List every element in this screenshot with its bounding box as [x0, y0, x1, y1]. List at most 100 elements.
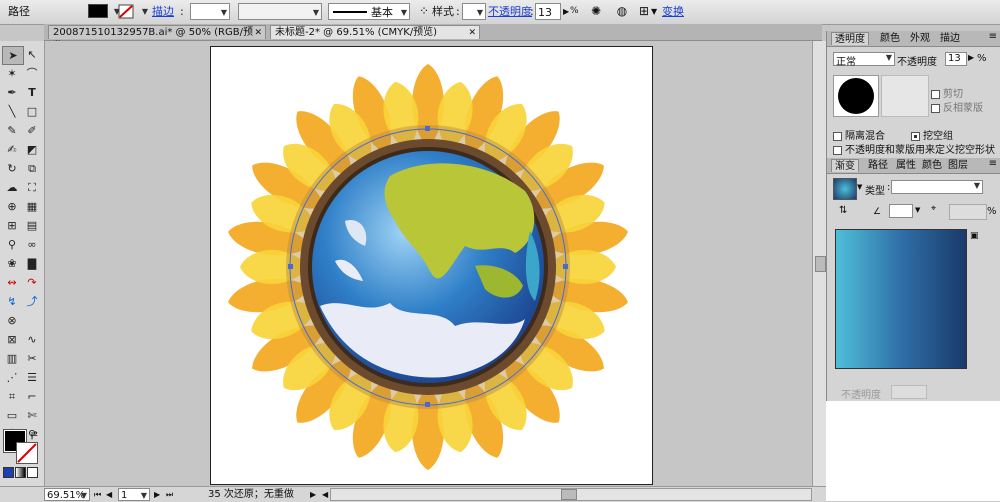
opacity-input[interactable]: 13 [535, 3, 561, 20]
tab-gradient[interactable]: 渐变 [831, 159, 859, 172]
zoom-dropdown[interactable]: 69.51% ▼ [44, 488, 90, 501]
close-icon[interactable]: ✕ [468, 26, 476, 40]
anchor-point[interactable] [425, 126, 430, 131]
anchor-point[interactable] [563, 264, 568, 269]
panel-opacity-input[interactable]: 13 [945, 52, 967, 66]
artboard-number-dropdown[interactable]: 1 ▼ [118, 488, 150, 501]
tab-pathfinder[interactable]: 路径 [865, 159, 891, 172]
delete-stop-icon[interactable]: ▣ [970, 231, 979, 241]
artboard-tool-icon[interactable]: ⊠ [2, 331, 22, 348]
vertical-scrollbar[interactable] [812, 41, 827, 486]
last-artboard-icon[interactable]: ⏭ [166, 488, 173, 501]
tab-transparency[interactable]: 透明度 [831, 32, 869, 45]
magic-wand-tool-icon[interactable]: ✶ [2, 65, 22, 82]
recolor-artwork-icon[interactable]: ✺ [588, 3, 604, 20]
shape-builder-tool-icon[interactable]: ⊕ [2, 198, 22, 215]
gradient-type-dropdown[interactable]: ▼ [891, 180, 983, 194]
gradient-preview[interactable] [835, 229, 967, 369]
selection-tool-icon[interactable]: ➤ [2, 46, 24, 65]
stroke-weight-dropdown[interactable]: ▼ [190, 3, 230, 20]
sunflower-earth-artwork[interactable] [45, 41, 812, 486]
chevron-down-icon[interactable]: ▼ [915, 206, 920, 214]
brush-profile-dropdown[interactable]: 基本 ▼ [328, 3, 410, 20]
align-tool-icon[interactable]: ☰ [22, 369, 42, 386]
chevron-right-icon[interactable]: ▶ [968, 53, 974, 62]
define-knockout-checkbox[interactable]: 不透明度和蒙版用来定义挖空形状 [833, 141, 995, 156]
knockout-group-checkbox[interactable]: 挖空组 [911, 127, 953, 142]
tab-appearance[interactable]: 外观 [907, 32, 933, 45]
variable-width-dropdown[interactable]: ▼ [238, 3, 322, 20]
mesh-tool-icon[interactable]: ⊞ [2, 217, 22, 234]
chevron-right-icon[interactable]: ▶ [563, 3, 569, 20]
aspect-ratio-input[interactable] [949, 204, 987, 220]
tab-document-1[interactable]: 200871510132957B.ai* @ 50% (RGB/预览) ✕ [48, 25, 266, 52]
knife-tool-icon[interactable]: ✂ [22, 350, 42, 367]
panel-menu-icon[interactable]: ≡ [989, 31, 997, 42]
document-setup-icon[interactable]: ◍ [614, 3, 630, 20]
panel-menu-icon[interactable]: ≡ [989, 158, 997, 169]
mask-thumbnail[interactable] [881, 75, 929, 117]
rectangle-tool-icon[interactable]: □ [22, 103, 42, 120]
angle-input[interactable] [889, 204, 913, 218]
gradient-tool-icon[interactable]: ▤ [22, 217, 42, 234]
opacity-link[interactable]: 不透明度 [488, 3, 532, 20]
next-artboard-icon[interactable]: ▶ [154, 488, 160, 501]
stroke-color-swatch[interactable] [16, 442, 38, 464]
scrollbar-thumb[interactable] [561, 489, 577, 500]
swap-colors-icon[interactable]: ⇄ [28, 427, 40, 444]
tab-layers[interactable]: 图层 [945, 159, 971, 172]
chart-tool-icon[interactable]: ▥ [2, 350, 22, 367]
stop-opacity-input[interactable] [891, 385, 927, 399]
perspective-grid-tool-icon[interactable]: ▦ [22, 198, 42, 215]
clip-checkbox[interactable]: 剪切 [931, 85, 963, 100]
close-icon[interactable]: ✕ [254, 26, 262, 40]
status-menu-icon[interactable]: ▶ [310, 488, 316, 501]
anchor-tool-icon[interactable]: ↯ [2, 293, 22, 310]
align-icon[interactable]: ⊞ [636, 3, 652, 20]
slice-tool-icon[interactable]: ⌗ [2, 388, 22, 405]
wave-tool-icon[interactable]: ∿ [22, 331, 42, 348]
eyedropper-tool-icon[interactable]: ⚲ [2, 236, 22, 253]
curvature-tool-icon[interactable]: ↷ [22, 274, 42, 291]
tab-document-2[interactable]: 未标题-2* @ 69.51% (CMYK/预览) ✕ [270, 25, 480, 39]
isolate-blending-checkbox[interactable]: 隔离混合 [833, 127, 885, 142]
scale-tool-icon[interactable]: ⧉ [22, 160, 42, 177]
scissors-tool-icon[interactable]: ✄ [22, 407, 42, 424]
measure-tool-icon[interactable]: ▭ [2, 407, 22, 424]
stroke-color-dropdown[interactable]: ▼ [118, 3, 148, 20]
scroll-left-icon[interactable]: ◀ [322, 488, 328, 501]
anchor-point[interactable] [288, 264, 293, 269]
anchor-point[interactable] [425, 402, 430, 407]
crop-tool-icon[interactable]: ⌐ [22, 388, 42, 405]
direct-selection-tool-icon[interactable]: ↖ [22, 46, 42, 63]
tab-color[interactable]: 颜色 [919, 159, 945, 172]
none-mode-icon[interactable] [27, 467, 38, 478]
blend-mode-dropdown[interactable]: 正常 ▼ [833, 52, 895, 68]
tab-stroke[interactable]: 描边 [937, 32, 963, 45]
column-graph-tool-icon[interactable]: ▇ [22, 255, 42, 272]
line-tool-icon[interactable]: ╲ [2, 103, 22, 120]
object-thumbnail[interactable] [833, 75, 879, 117]
blob-brush-tool-icon[interactable]: ✍ [2, 141, 22, 158]
previous-artboard-icon[interactable]: ◀ [106, 488, 112, 501]
pencil-tool-icon[interactable]: ✐ [22, 122, 42, 139]
tab-color[interactable]: 颜色 [877, 32, 903, 45]
tab-attributes[interactable]: 属性 [893, 159, 919, 172]
fill-color-dropdown[interactable]: ▼ [88, 3, 120, 20]
target-tool-icon[interactable]: ⊗ [2, 312, 22, 329]
type-tool-icon[interactable]: T [22, 84, 42, 101]
blend-tool-icon[interactable]: ∞ [22, 236, 42, 253]
lasso-tool-icon[interactable]: ⌒ [22, 65, 42, 82]
rotate-tool-icon[interactable]: ↻ [2, 160, 22, 177]
chevron-down-icon[interactable]: ▼ [651, 3, 657, 20]
chevron-down-icon[interactable]: ▼ [857, 183, 862, 191]
scrollbar-thumb[interactable] [815, 256, 826, 272]
scatter-tool-icon[interactable]: ⋰ [2, 369, 22, 386]
horizontal-scrollbar[interactable] [330, 488, 812, 501]
free-transform-tool-icon[interactable]: ⛶ [22, 179, 42, 196]
stroke-link[interactable]: 描边 [152, 3, 174, 20]
paintbrush-tool-icon[interactable]: ✎ [2, 122, 22, 139]
transform-link[interactable]: 变换 [662, 3, 684, 20]
reverse-gradient-icon[interactable]: ⇅ [839, 205, 847, 216]
invert-mask-checkbox[interactable]: 反相蒙版 [931, 99, 983, 114]
